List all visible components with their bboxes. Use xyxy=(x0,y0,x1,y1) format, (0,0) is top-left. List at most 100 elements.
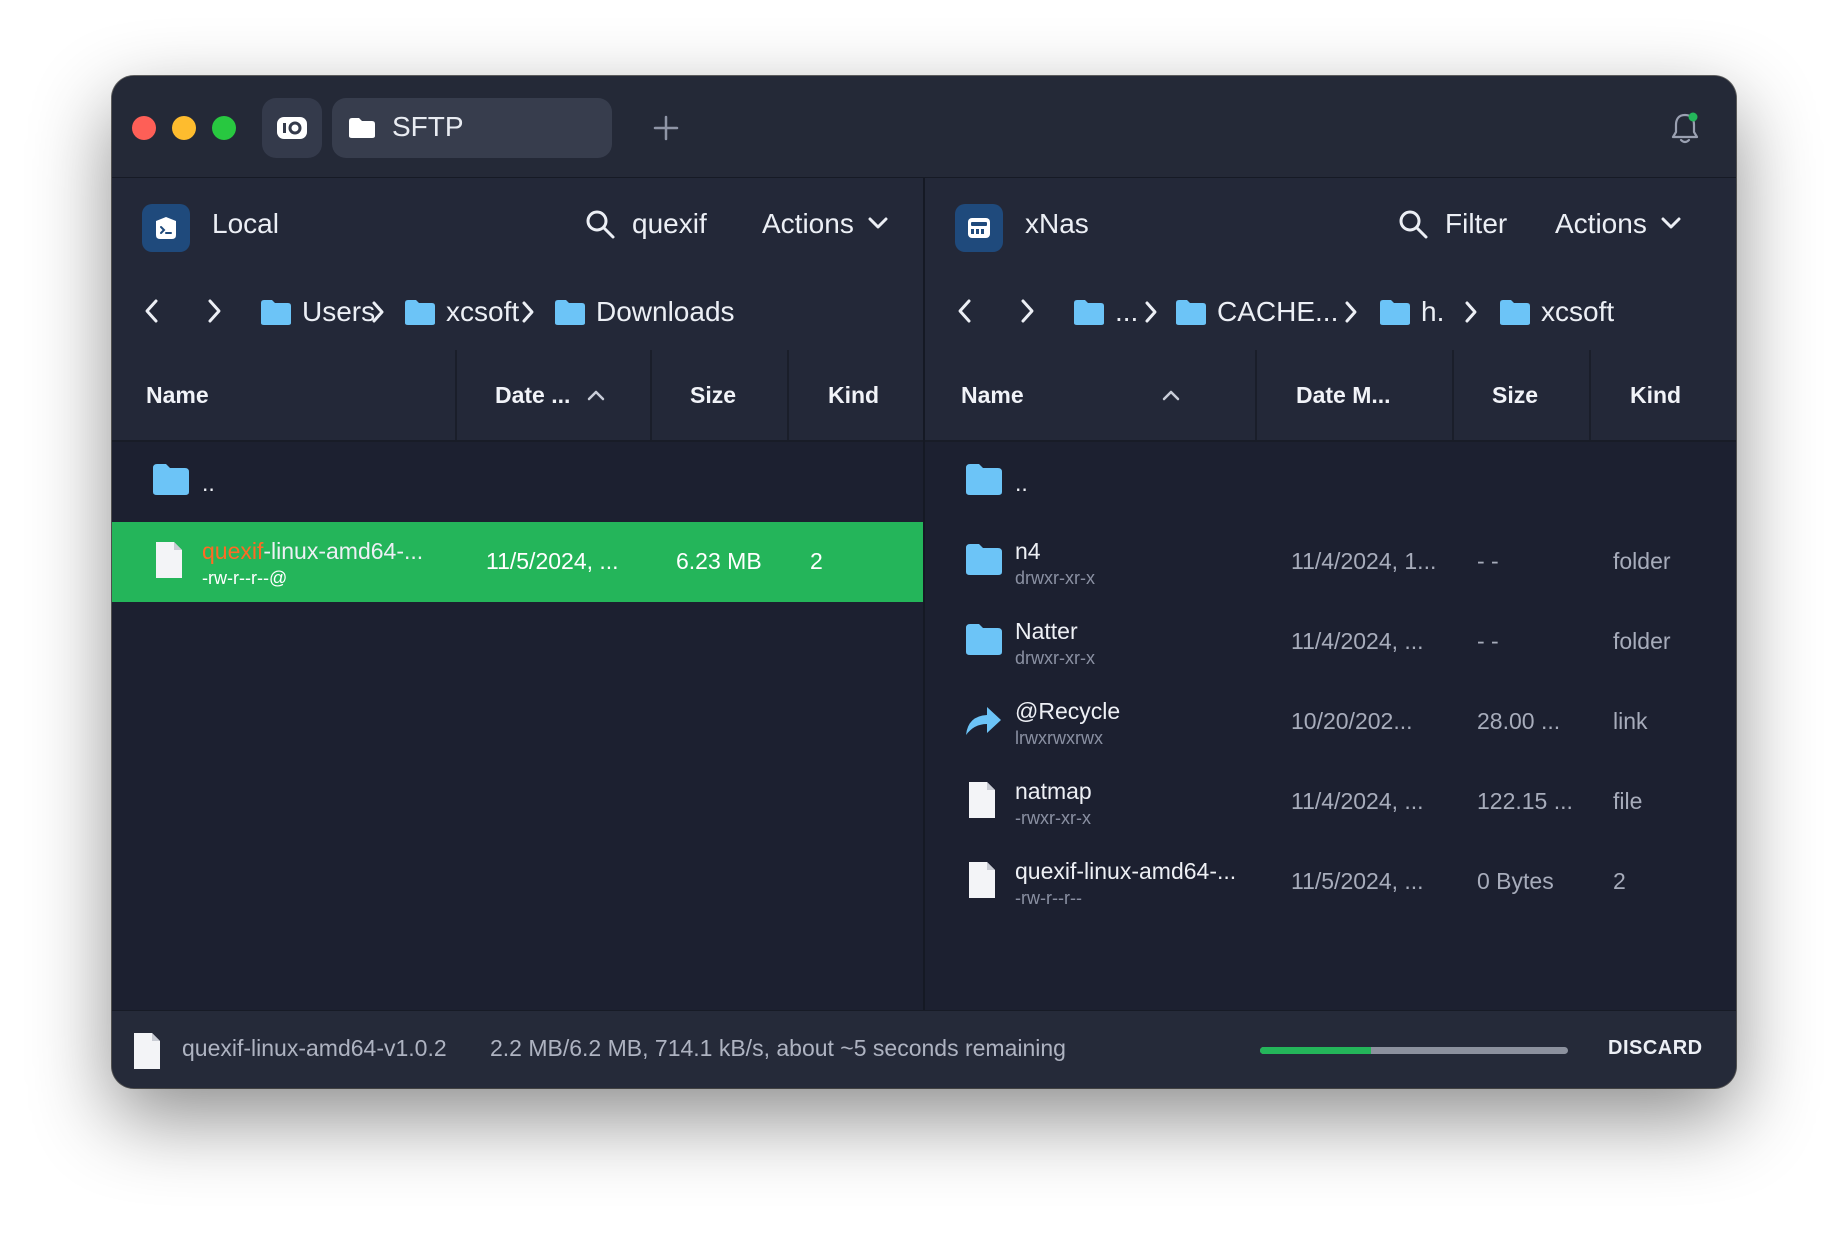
file-date: 10/20/202... xyxy=(1291,708,1413,734)
file-name: Natter xyxy=(1015,618,1078,644)
file-size: 0 Bytes xyxy=(1477,868,1554,894)
folder-icon xyxy=(966,624,1002,655)
column-divider[interactable] xyxy=(787,350,789,440)
file-date: 11/5/2024, ... xyxy=(486,548,619,574)
file-name: quexif-linux-amd64-... xyxy=(202,538,424,564)
file-size: 122.15 ... xyxy=(1477,788,1573,814)
file-date: 11/4/2024, ... xyxy=(1291,628,1424,654)
breadcrumb-item-downloads[interactable]: Downloads xyxy=(554,294,735,330)
forward-icon[interactable] xyxy=(204,298,224,324)
folder-icon xyxy=(153,464,189,495)
remote-pane: xNas Filter Actions ... CACHE... h. xcso… xyxy=(925,178,1736,1010)
column-header-kind[interactable]: Kind xyxy=(1630,350,1710,440)
file-row[interactable]: quexif-linux-amd64-... -rw-r--r-- 11/5/2… xyxy=(925,842,1736,922)
app-menu-button[interactable] xyxy=(262,98,322,158)
zoom-window-button[interactable] xyxy=(212,116,236,140)
chevron-down-icon xyxy=(1661,217,1681,229)
file-date: 11/5/2024, ... xyxy=(1291,868,1424,894)
search-icon[interactable] xyxy=(1397,208,1429,240)
title-bar: SFTP xyxy=(112,76,1736,178)
back-icon[interactable] xyxy=(955,298,975,324)
file-permissions: drwxr-xr-x xyxy=(1015,648,1095,668)
search-icon[interactable] xyxy=(584,208,616,240)
chevron-right-icon xyxy=(522,301,534,323)
file-name: n4 xyxy=(1015,538,1041,564)
file-kind: link xyxy=(1613,708,1648,734)
folder-icon xyxy=(1380,300,1410,325)
file-icon xyxy=(156,542,182,578)
column-header-name[interactable]: Name xyxy=(146,350,386,440)
file-icon xyxy=(969,862,995,898)
file-row[interactable]: natmap -rwxr-xr-x 11/4/2024, ... 122.15 … xyxy=(925,762,1736,842)
link-row[interactable]: @Recycle lrwxrwxrwx 10/20/202... 28.00 .… xyxy=(925,682,1736,762)
file-permissions: -rw-r--r--@ xyxy=(202,568,288,588)
file-kind: 2 xyxy=(810,548,823,574)
file-name: natmap xyxy=(1015,778,1092,804)
column-header-size[interactable]: Size xyxy=(690,350,770,440)
close-window-button[interactable] xyxy=(132,116,156,140)
remote-filter-input[interactable]: Filter xyxy=(1445,208,1507,240)
chevron-right-icon xyxy=(1145,301,1157,323)
chevron-right-icon xyxy=(372,301,384,323)
remote-actions-dropdown[interactable]: Actions xyxy=(1555,208,1685,248)
chevron-down-icon xyxy=(868,217,888,229)
file-size: - - xyxy=(1477,628,1499,654)
local-file-list: .. quexif-linux-amd64-... -rw-r--r--@ 11… xyxy=(112,442,923,1008)
sort-ascending-icon xyxy=(1162,390,1180,401)
transfer-progress-text: 2.2 MB/6.2 MB, 714.1 kB/s, about ~5 seco… xyxy=(490,1035,1066,1061)
notifications-button[interactable] xyxy=(1668,110,1702,151)
breadcrumb-item-ellipsis[interactable]: ... xyxy=(1073,294,1138,330)
transfer-progress-fill xyxy=(1260,1047,1371,1054)
remote-pane-header: xNas Filter Actions xyxy=(925,178,1736,274)
file-size: - - xyxy=(1477,548,1499,574)
parent-directory-row[interactable]: .. xyxy=(112,442,923,522)
minimize-window-button[interactable] xyxy=(172,116,196,140)
breadcrumb-item-h[interactable]: h. xyxy=(1379,294,1444,330)
file-size: 28.00 ... xyxy=(1477,708,1561,734)
folder-icon xyxy=(966,464,1002,495)
remote-breadcrumb: ... CACHE... h. xcsoft xyxy=(925,274,1736,350)
local-breadcrumb: Users xcsoft Downloads xyxy=(112,274,923,350)
back-icon[interactable] xyxy=(142,298,162,324)
folder-row[interactable]: Natter drwxr-xr-x 11/4/2024, ... - - fol… xyxy=(925,602,1736,682)
chevron-right-icon xyxy=(1465,301,1477,323)
file-row[interactable]: quexif-linux-amd64-... -rw-r--r--@ 11/5/… xyxy=(112,522,923,602)
file-date: 11/4/2024, ... xyxy=(1291,788,1424,814)
column-header-date[interactable]: Date ... xyxy=(495,350,645,440)
breadcrumb-item-xcsoft[interactable]: xcsoft xyxy=(404,294,519,330)
new-tab-button[interactable] xyxy=(636,98,696,158)
local-pane-header: Local quexif Actions xyxy=(112,178,923,274)
tab-sftp[interactable]: SFTP xyxy=(332,98,612,158)
folder-row[interactable]: n4 drwxr-xr-x 11/4/2024, 1... - - folder xyxy=(925,522,1736,602)
forward-icon[interactable] xyxy=(1017,298,1037,324)
local-table-header: Name Date ... Size Kind xyxy=(112,350,923,442)
column-divider[interactable] xyxy=(1589,350,1591,440)
breadcrumb-item-xcsoft[interactable]: xcsoft xyxy=(1499,294,1614,330)
transfer-file-name: quexif-linux-amd64-v1.0.2 xyxy=(182,1035,447,1061)
server-icon xyxy=(955,204,1003,252)
local-pane: Local quexif Actions Users xcsoft Downlo… xyxy=(112,178,925,1010)
local-terminal-icon xyxy=(142,204,190,252)
app-window: SFTP Local quexif Actions Users xcsoft D… xyxy=(112,76,1736,1088)
local-search-input[interactable]: quexif xyxy=(632,208,707,240)
column-divider[interactable] xyxy=(1452,350,1454,440)
file-permissions: lrwxrwxrwx xyxy=(1015,728,1103,748)
local-actions-dropdown[interactable]: Actions xyxy=(762,208,892,248)
file-date: 11/4/2024, 1... xyxy=(1291,548,1437,574)
column-header-size[interactable]: Size xyxy=(1492,350,1572,440)
file-size: 6.23 MB xyxy=(676,548,762,574)
column-divider[interactable] xyxy=(650,350,652,440)
folder-icon xyxy=(1500,300,1530,325)
column-divider[interactable] xyxy=(1255,350,1257,440)
folder-icon xyxy=(261,300,291,325)
column-divider[interactable] xyxy=(455,350,457,440)
breadcrumb-item-cache[interactable]: CACHE... xyxy=(1175,294,1338,330)
sort-ascending-icon xyxy=(588,390,605,401)
file-kind: folder xyxy=(1613,628,1671,654)
parent-directory-row[interactable]: .. xyxy=(925,442,1736,522)
column-header-kind[interactable]: Kind xyxy=(828,350,908,440)
discard-button[interactable]: DISCARD xyxy=(1608,1037,1703,1060)
file-kind: file xyxy=(1613,788,1643,814)
breadcrumb-item-users[interactable]: Users xyxy=(260,294,375,330)
column-header-date[interactable]: Date M... xyxy=(1296,350,1446,440)
